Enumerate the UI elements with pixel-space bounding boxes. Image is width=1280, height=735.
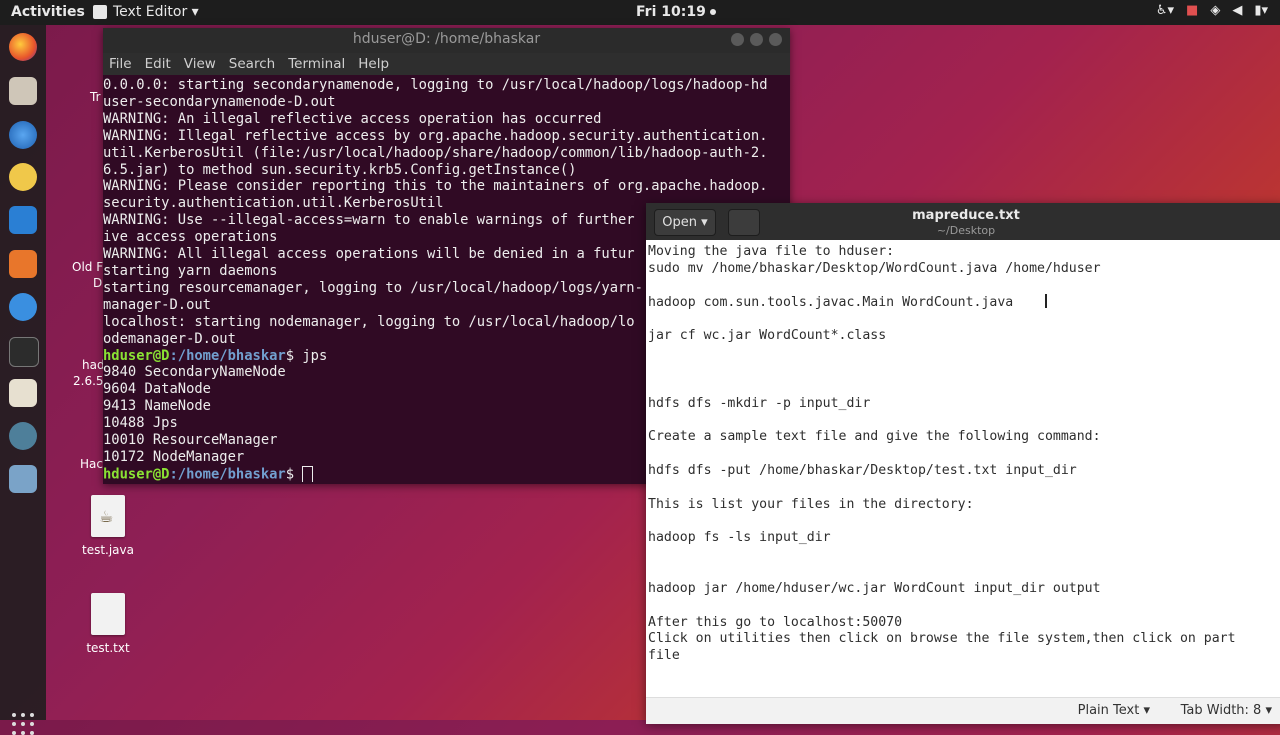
- system-tray[interactable]: ♿▾ ■ ◈ ◀ ▮▾: [1156, 3, 1268, 18]
- battery-icon[interactable]: ▮▾: [1254, 3, 1268, 18]
- rhythmbox-icon[interactable]: [9, 163, 37, 191]
- editor-line: After this go to localhost:50070: [648, 614, 903, 630]
- close-icon[interactable]: [769, 33, 782, 46]
- menu-terminal[interactable]: Terminal: [288, 56, 345, 72]
- terminal-icon[interactable]: [9, 337, 39, 367]
- editor-line: hadoop jar /home/hduser/wc.jar WordCount…: [648, 580, 1101, 596]
- menu-search[interactable]: Search: [229, 56, 275, 72]
- editor-title: mapreduce.txt: [912, 208, 1020, 223]
- minimize-icon[interactable]: [731, 33, 744, 46]
- terminal-title: hduser@D: /home/bhaskar: [352, 31, 541, 47]
- prompt-symbol: $: [285, 466, 303, 482]
- terminal-line: 0.0.0.0: starting secondarynamenode, log…: [103, 77, 768, 93]
- editor-line: sudo mv /home/bhaskar/Desktop/WordCount.…: [648, 260, 1101, 276]
- desktop-label-partial: 2.6.5: [73, 374, 104, 388]
- prompt-symbol: $: [285, 347, 303, 364]
- desktop-file-label: test.txt: [86, 641, 130, 655]
- terminal-line: user-secondarynamenode-D.out: [103, 93, 336, 110]
- editor-text-area[interactable]: Moving the java file to hduser: sudo mv /…: [646, 240, 1280, 699]
- terminal-menubar: File Edit View Search Terminal Help: [103, 53, 790, 75]
- editor-line: hadoop com.sun.tools.javac.Main WordCoun…: [648, 294, 1014, 310]
- terminal-line: util.KerberosUtil (file:/usr/local/hadoo…: [103, 144, 768, 161]
- menu-help[interactable]: Help: [358, 56, 389, 72]
- prompt-command: jps: [302, 347, 328, 364]
- editor-headerbar[interactable]: Open ▾ mapreduce.txt ~/Desktop: [646, 203, 1280, 240]
- text-file-icon: [91, 593, 125, 635]
- notification-dot-icon: [709, 9, 716, 15]
- dock: [0, 25, 46, 735]
- prompt-user: hduser@D: [103, 347, 170, 364]
- editor-line: Click on utilities then click on browse …: [648, 631, 1236, 647]
- editor-line: hdfs dfs -put /home/bhaskar/Desktop/test…: [648, 462, 1077, 478]
- updater-icon[interactable]: [9, 422, 37, 450]
- clock[interactable]: Fri 10:19: [636, 4, 716, 20]
- editor-line: Moving the java file to hduser:: [648, 244, 895, 259]
- editor-subtitle: ~/Desktop: [936, 224, 996, 237]
- text-editor-icon: [93, 5, 107, 19]
- terminal-line: WARNING: Illegal reflective access by or…: [103, 127, 768, 144]
- java-file-icon: ☕: [91, 495, 125, 537]
- desktop-label-partial: Old F: [72, 260, 104, 274]
- thunderbird-icon[interactable]: [9, 121, 37, 149]
- clock-label: Fri 10:19: [636, 4, 706, 20]
- network-icon[interactable]: ◈: [1210, 3, 1220, 18]
- help-icon[interactable]: [9, 293, 37, 321]
- prompt-path: :/home/bhaskar: [169, 347, 286, 364]
- editor-line: This is list your files in the directory…: [648, 496, 974, 512]
- editor-line: Create a sample text file and give the f…: [648, 429, 1101, 445]
- terminal-cursor: [302, 465, 314, 482]
- editor-line: jar cf wc.jar WordCount*.class: [648, 328, 887, 344]
- text-editor-window[interactable]: Open ▾ mapreduce.txt ~/Desktop Moving th…: [646, 203, 1280, 724]
- editor-line: file: [648, 648, 680, 664]
- prompt-path: :/home/bhaskar: [169, 466, 286, 482]
- terminal-titlebar[interactable]: hduser@D: /home/bhaskar: [103, 28, 790, 53]
- terminal-line: WARNING: An illegal reflective access op…: [103, 110, 602, 127]
- text-cursor-icon: [1045, 294, 1047, 308]
- prompt-user: hduser@D: [103, 466, 170, 482]
- recording-icon[interactable]: ■: [1186, 3, 1198, 18]
- show-applications-icon[interactable]: [12, 713, 34, 735]
- files-icon[interactable]: [9, 77, 37, 105]
- software-center-icon[interactable]: [9, 250, 37, 278]
- terminal-line: 6.5.jar) to method sun.security.krb5.Con…: [103, 161, 577, 178]
- volume-icon[interactable]: ◀: [1232, 3, 1242, 18]
- maximize-icon[interactable]: [750, 33, 763, 46]
- terminal-line: WARNING: Please consider reporting this …: [103, 178, 768, 195]
- editor-line: hdfs dfs -mkdir -p input_dir: [648, 395, 871, 411]
- libreoffice-writer-icon[interactable]: [9, 206, 37, 234]
- desktop-label-partial: D: [93, 276, 103, 290]
- desktop-label-partial: had: [82, 358, 105, 372]
- app-menu-label: Text Editor ▾: [113, 4, 199, 20]
- menu-file[interactable]: File: [109, 56, 132, 72]
- app-menu[interactable]: Text Editor ▾: [93, 4, 199, 20]
- tab-width-selector[interactable]: Tab Width: 8 ▾: [1181, 703, 1272, 718]
- firefox-icon[interactable]: [9, 33, 37, 61]
- language-selector[interactable]: Plain Text ▾: [1078, 703, 1150, 718]
- text-editor-dock-icon[interactable]: [9, 379, 37, 407]
- activities-button[interactable]: Activities: [11, 4, 85, 20]
- accessibility-icon[interactable]: ♿▾: [1156, 3, 1174, 18]
- desktop-file-test-java[interactable]: ☕ test.java: [74, 495, 142, 557]
- desktop-label-partial: Hac: [80, 457, 103, 471]
- menu-view[interactable]: View: [184, 56, 216, 72]
- desktop-file-label: test.java: [81, 543, 134, 557]
- desktop-file-test-txt[interactable]: test.txt: [74, 593, 142, 655]
- desktop-label-partial: Tr: [90, 90, 101, 104]
- top-bar: Activities Text Editor ▾ Fri 10:19 ♿▾ ■ …: [0, 0, 1280, 25]
- screenshot-icon[interactable]: [9, 465, 37, 493]
- menu-edit[interactable]: Edit: [145, 56, 171, 72]
- editor-line: hadoop fs -ls input_dir: [648, 530, 831, 546]
